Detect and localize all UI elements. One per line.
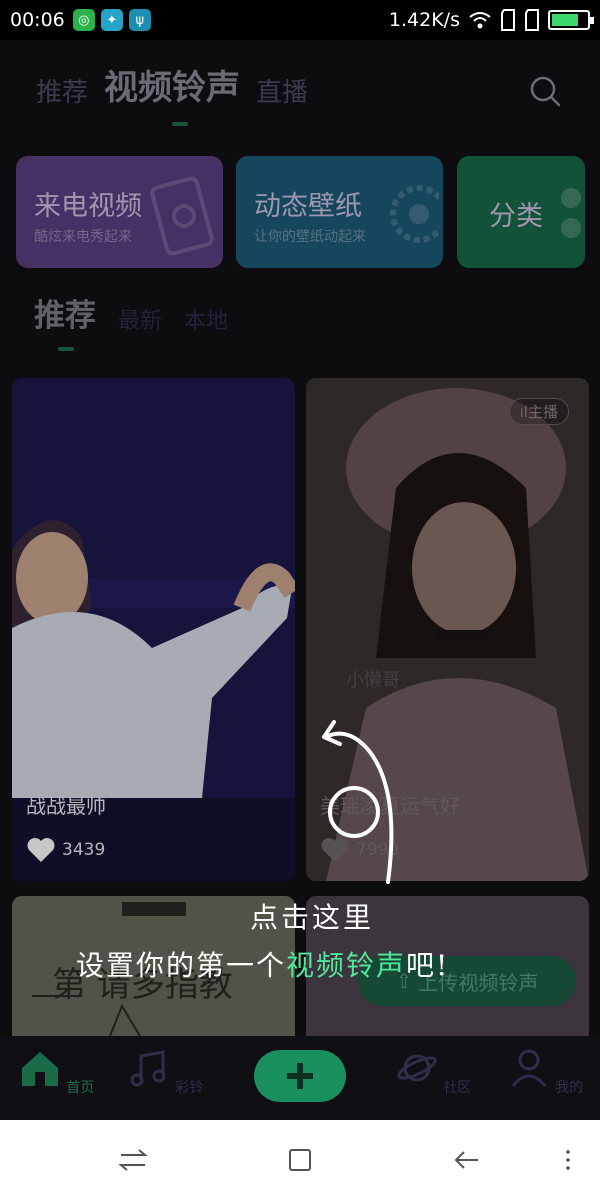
plus-icon bbox=[287, 1063, 313, 1089]
sim-icon bbox=[525, 9, 539, 31]
category-title: 动态壁纸 bbox=[254, 191, 362, 222]
net-speed: 1.42K/s bbox=[388, 9, 460, 31]
subtab-latest[interactable]: 最新 bbox=[118, 303, 162, 335]
sim-icon bbox=[501, 9, 515, 31]
dots-icon bbox=[561, 188, 581, 238]
tab-recommend[interactable]: 推荐 bbox=[36, 72, 88, 109]
live-badge: ıl主播 bbox=[508, 398, 569, 425]
tab-video-ringtone[interactable]: 视频铃声 bbox=[104, 60, 240, 109]
status-bar: 00:06 ◎ ✦ ψ 1.42K/s bbox=[0, 0, 600, 40]
top-tabs: 推荐 视频铃声 直播 bbox=[36, 60, 308, 109]
search-icon[interactable] bbox=[528, 74, 562, 108]
like-count: 3439 bbox=[62, 840, 106, 860]
top-tab-indicator bbox=[172, 122, 188, 126]
nav-community[interactable]: 社区 bbox=[393, 1046, 473, 1097]
sub-tabs: 推荐 最新 本地 bbox=[34, 290, 228, 335]
video-card[interactable]: 战战最帅 3439 bbox=[12, 378, 295, 881]
guide-hint-line2: 设置你的第一个视频铃声吧! bbox=[76, 949, 450, 982]
wifi-icon bbox=[469, 12, 491, 29]
system-nav-bar bbox=[0, 1120, 600, 1200]
nav-home[interactable]: 首页 bbox=[16, 1046, 96, 1097]
usb-icon: ψ bbox=[128, 9, 151, 31]
category-classify[interactable]: 分类 bbox=[457, 156, 585, 268]
category-subtitle: 酷炫来电秀起来 bbox=[34, 229, 132, 245]
subtab-recommend[interactable]: 推荐 bbox=[34, 290, 96, 335]
music-note-icon bbox=[130, 1050, 166, 1087]
app-icon: ✦ bbox=[100, 9, 123, 31]
menu-dots-icon[interactable] bbox=[550, 1142, 586, 1178]
nav-ringback[interactable]: 彩铃 bbox=[125, 1046, 205, 1097]
category-incoming-video[interactable]: 来电视频 酷炫来电秀起来 bbox=[16, 156, 223, 268]
live-icon: ıl bbox=[519, 403, 528, 421]
video-likes: 3439 bbox=[26, 837, 105, 863]
gear-icon bbox=[390, 185, 439, 243]
video-caption: 战战最帅 bbox=[26, 794, 106, 818]
category-live-wallpaper[interactable]: 动态壁纸 让你的壁纸动起来 bbox=[236, 156, 443, 268]
category-title: 来电视频 bbox=[34, 191, 142, 222]
switch-icon[interactable] bbox=[115, 1142, 151, 1178]
tab-live[interactable]: 直播 bbox=[256, 72, 308, 109]
user-icon bbox=[511, 1049, 546, 1087]
add-button[interactable] bbox=[254, 1050, 346, 1102]
bottom-nav: 首页 彩铃 社区 我的 bbox=[0, 1036, 600, 1120]
nav-me[interactable]: 我的 bbox=[505, 1046, 585, 1097]
wechat-icon: ◎ bbox=[72, 9, 95, 31]
subtab-local[interactable]: 本地 bbox=[184, 303, 228, 335]
battery-icon bbox=[548, 10, 594, 30]
category-title: 分类 bbox=[489, 201, 543, 232]
subtab-indicator bbox=[58, 347, 74, 351]
planet-icon bbox=[396, 1054, 437, 1082]
heart-icon bbox=[27, 838, 55, 862]
screen: 00:06 ◎ ✦ ψ 1.42K/s 推荐 视频铃声 直播 来电视频 酷炫来电… bbox=[0, 0, 600, 1200]
home-icon bbox=[21, 1052, 58, 1086]
status-time: 00:06 bbox=[10, 9, 65, 31]
phone-card-icon bbox=[150, 176, 214, 256]
guide-hint-line1: 点击这里 bbox=[250, 901, 375, 934]
video-watermark: 小懒哥 bbox=[346, 670, 400, 691]
category-subtitle: 让你的壁纸动起来 bbox=[254, 229, 366, 245]
back-arrow-icon[interactable] bbox=[448, 1142, 484, 1178]
hint-arrow-icon bbox=[322, 720, 394, 884]
recents-square-icon[interactable] bbox=[282, 1142, 318, 1178]
